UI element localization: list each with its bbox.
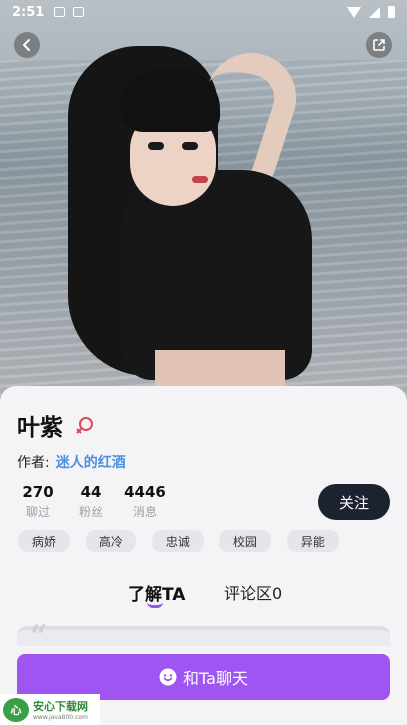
- stat-value: 4446: [124, 483, 166, 501]
- status-time: 2:51: [12, 4, 45, 20]
- tab-comments[interactable]: 评论区0: [224, 580, 282, 604]
- stat-label: 粉丝: [78, 505, 103, 519]
- smile-icon: [159, 668, 177, 686]
- stat-fans[interactable]: 44 粉丝: [76, 483, 106, 520]
- wifi-icon: [347, 6, 361, 18]
- tag-label: 病娇: [31, 534, 56, 549]
- female-icon: [76, 417, 93, 434]
- chevron-left-icon: [23, 39, 30, 51]
- tag-label: 校园: [232, 534, 257, 549]
- share-icon: [373, 39, 385, 51]
- notification-icon: [54, 7, 66, 17]
- stat-chatted: 270 聊过: [22, 483, 54, 520]
- stat-value: 44: [80, 483, 102, 501]
- bangs-shape: [120, 70, 220, 132]
- watermark: 心 安心下载网 www.java800.com: [0, 694, 100, 725]
- tag-chip[interactable]: 忠诚: [149, 530, 207, 552]
- stat-label: 消息: [132, 505, 157, 519]
- stat-label: 聊过: [25, 505, 50, 519]
- tag-label: 异能: [300, 534, 325, 549]
- watermark-logo: 心: [3, 697, 29, 722]
- active-tab-indicator: [147, 602, 163, 608]
- tag-chip[interactable]: 异能: [284, 530, 342, 552]
- author-link[interactable]: 迷人的红酒: [56, 455, 126, 471]
- follow-button[interactable]: 关注: [318, 484, 390, 520]
- author-label: 作者:: [17, 455, 50, 471]
- shirt-shape: [122, 170, 312, 380]
- back-button[interactable]: [14, 32, 40, 58]
- tag-label: 高冷: [98, 534, 123, 549]
- profile-name: 叶紫: [17, 415, 63, 441]
- notification-icon: [73, 7, 85, 17]
- profile-card: 叶紫 作者: 迷人的红酒 270 聊过 44 粉丝 4446 消息 关注 病娇 高…: [0, 386, 407, 725]
- eye-shape: [182, 142, 198, 150]
- eye-shape: [148, 142, 164, 150]
- share-button[interactable]: [366, 32, 392, 58]
- watermark-logo-text: 心: [10, 703, 22, 717]
- quote-mark-icon: “: [30, 619, 48, 654]
- watermark-url: www.java800.com: [33, 714, 88, 721]
- profile-cover-image: [0, 0, 407, 400]
- battery-icon: [388, 6, 395, 18]
- intro-card: [17, 626, 390, 646]
- lips-shape: [192, 176, 208, 183]
- tag-label: 忠诚: [165, 534, 190, 549]
- status-bar: 2:51: [0, 0, 407, 24]
- stat-messages: 4446 消息: [124, 483, 166, 520]
- tag-chip[interactable]: 高冷: [83, 530, 139, 552]
- watermark-title: 安心下载网: [33, 700, 88, 713]
- tag-chip[interactable]: 校园: [216, 530, 274, 552]
- signal-icon: [369, 6, 380, 18]
- author-line: 作者: 迷人的红酒: [17, 452, 126, 472]
- chat-button-label: 和Ta聊天: [183, 669, 248, 688]
- tag-chip[interactable]: 病娇: [15, 530, 73, 552]
- watermark-text: 安心下载网 www.java800.com: [33, 698, 88, 721]
- stat-value: 270: [22, 483, 54, 501]
